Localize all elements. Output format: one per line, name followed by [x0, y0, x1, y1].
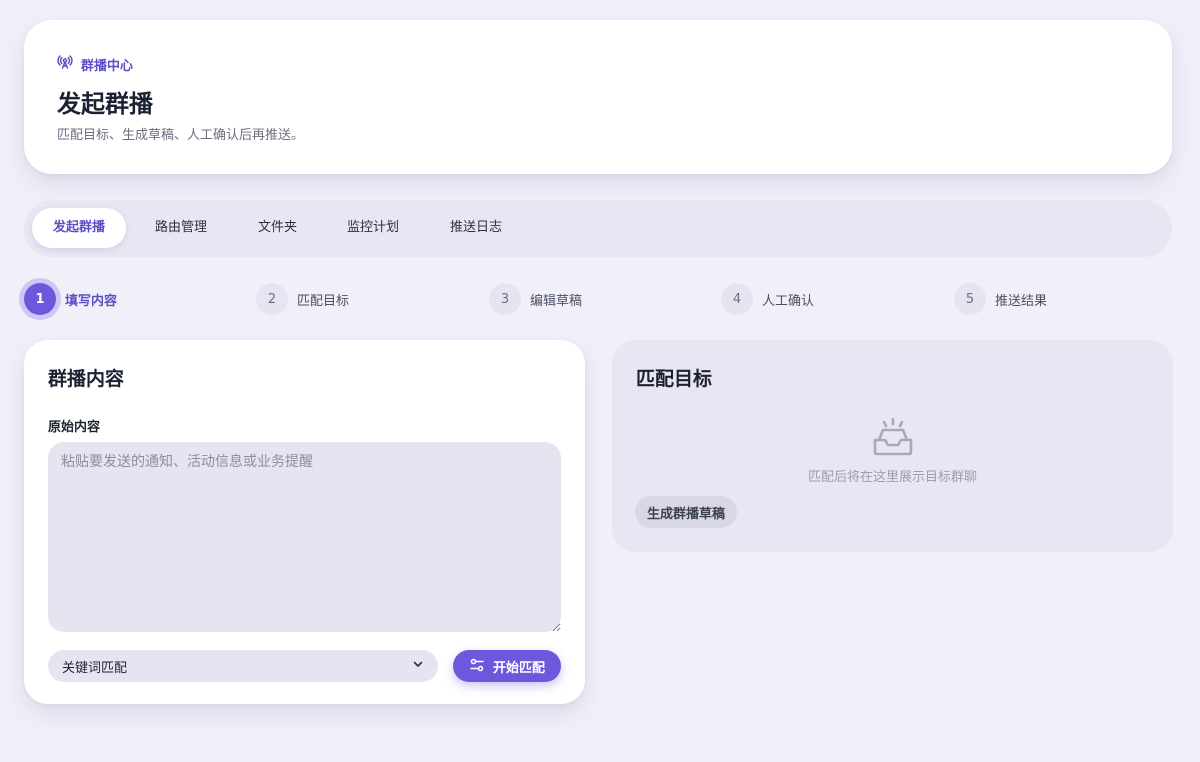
step-manual-confirm: 4 人工确认 [721, 283, 814, 315]
step-number: 5 [954, 283, 986, 315]
match-mode-select[interactable]: 关键词匹配 [48, 650, 438, 682]
step-label: 编辑草稿 [530, 293, 583, 309]
raw-content-textarea[interactable] [48, 442, 561, 632]
content-card: 群播内容 原始内容 关键词匹配 开始匹配 [24, 340, 585, 704]
match-mode-value: 关键词匹配 [62, 660, 128, 676]
content-card-title: 群播内容 [48, 368, 125, 390]
step-label: 人工确认 [762, 293, 815, 309]
page-subtitle: 匹配目标、生成草稿、人工确认后再推送。 [57, 128, 305, 143]
empty-inbox-icon [870, 416, 916, 458]
tab-folders[interactable]: 文件夹 [237, 208, 318, 248]
header-card: 群播中心 发起群播 匹配目标、生成草稿、人工确认后再推送。 [24, 20, 1172, 174]
empty-state-text: 匹配后将在这里展示目标群聊 [807, 470, 977, 485]
page-title: 发起群播 [57, 90, 153, 118]
step-edit-draft: 3 编辑草稿 [489, 283, 582, 315]
eyebrow-label: 群播中心 [81, 58, 134, 74]
step-push-result: 5 推送结果 [954, 283, 1047, 315]
tab-routing[interactable]: 路由管理 [134, 208, 228, 248]
eyebrow: 群播中心 [57, 54, 133, 74]
target-card: 匹配目标 匹配后将在这里展示目标群聊 生成群播草稿 [612, 340, 1173, 552]
step-match-targets: 2 匹配目标 [256, 283, 349, 315]
start-match-button[interactable]: 开始匹配 [453, 650, 561, 682]
step-number: 3 [489, 283, 521, 315]
step-number: 4 [721, 283, 753, 315]
target-card-title: 匹配目标 [636, 368, 713, 390]
start-match-label: 开始匹配 [492, 659, 545, 675]
step-number: 2 [256, 283, 288, 315]
tab-monitoring[interactable]: 监控计划 [326, 208, 420, 248]
broadcast-icon [57, 54, 73, 74]
generate-draft-button[interactable]: 生成群播草稿 [635, 496, 738, 528]
step-number: 1 [24, 283, 56, 315]
sliders-icon [469, 657, 485, 676]
raw-content-label: 原始内容 [48, 420, 101, 435]
step-label: 推送结果 [995, 293, 1048, 309]
tab-bar: 发起群播 路由管理 文件夹 监控计划 推送日志 [24, 200, 1172, 257]
step-fill-content: 1 填写内容 [24, 283, 117, 315]
chevron-down-icon [412, 658, 424, 674]
tab-push-log[interactable]: 推送日志 [429, 208, 523, 248]
step-label: 匹配目标 [297, 293, 350, 309]
step-label: 填写内容 [65, 293, 118, 309]
tab-broadcast[interactable]: 发起群播 [32, 208, 127, 248]
